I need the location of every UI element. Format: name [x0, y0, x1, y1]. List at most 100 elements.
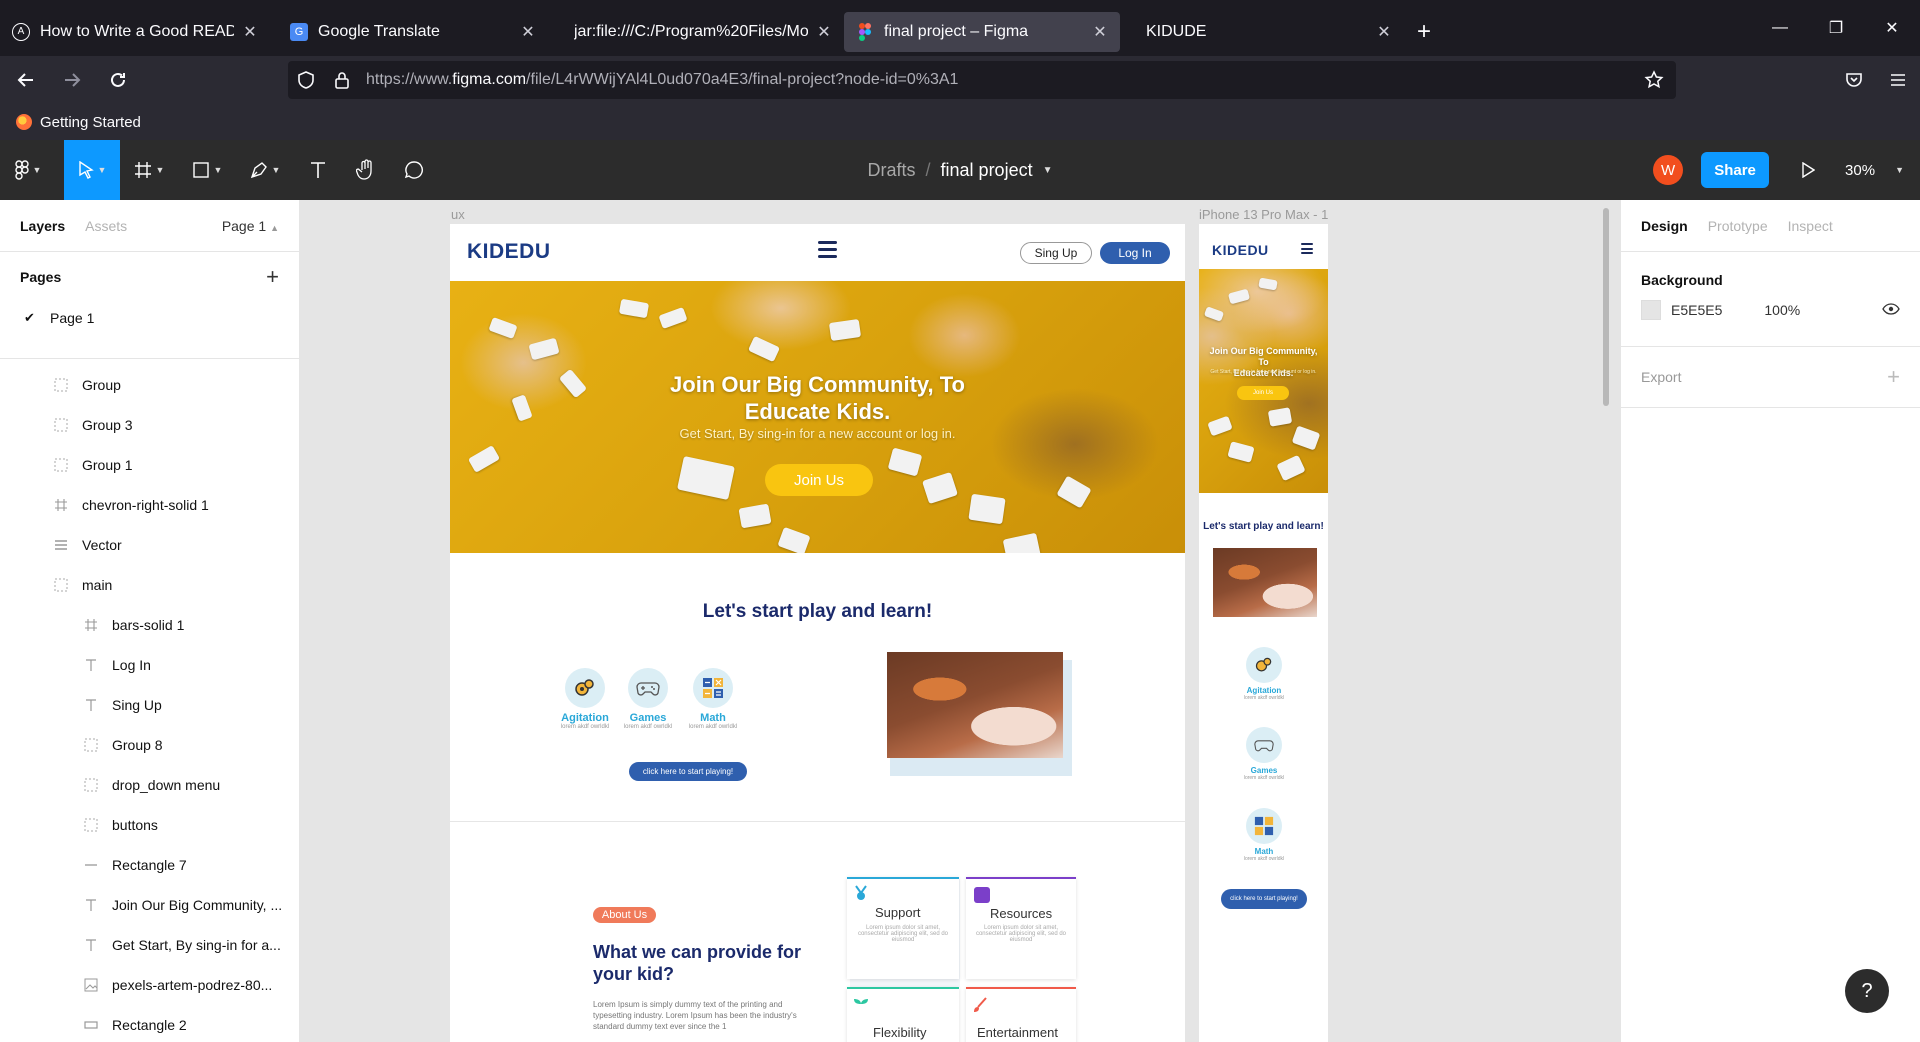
layer-row[interactable]: chevron-right-solid 1: [0, 485, 299, 525]
tab-prototype[interactable]: Prototype: [1708, 218, 1768, 234]
browser-tab-readme[interactable]: A How to Write a Good README ✕: [0, 12, 270, 52]
layer-row[interactable]: Rectangle 7: [0, 845, 299, 885]
layer-row[interactable]: Group: [0, 365, 299, 405]
layer-row[interactable]: Group 1: [0, 445, 299, 485]
feature-agitation[interactable]: Agitation lorem akdf owrldkl: [550, 668, 620, 730]
feature-games[interactable]: Games lorem akdf owrldkl: [1229, 727, 1299, 781]
present-play-icon[interactable]: [1793, 162, 1823, 178]
layer-row[interactable]: Log In: [0, 645, 299, 685]
browser-tab-kidude[interactable]: KIDUDE ✕: [1134, 12, 1404, 52]
feature-agitation[interactable]: Agitation lorem akdf owrldkl: [1229, 647, 1299, 701]
layer-name: Sing Up: [112, 697, 162, 713]
page-item[interactable]: ✔ Page 1: [0, 302, 299, 334]
pocket-icon[interactable]: [1832, 56, 1876, 104]
layer-row[interactable]: Rectangle 2: [0, 1005, 299, 1042]
hand-tool[interactable]: [342, 140, 390, 200]
feature-math[interactable]: Math lorem akdf owrldkl: [678, 668, 748, 730]
join-us-button[interactable]: Join Us: [765, 464, 873, 496]
layer-row[interactable]: Vector: [0, 525, 299, 565]
close-icon[interactable]: ✕: [1092, 22, 1108, 42]
menu-icon[interactable]: [1876, 56, 1920, 104]
bookmark-star-icon[interactable]: [1644, 70, 1664, 93]
signup-button[interactable]: Sing Up: [1020, 242, 1092, 264]
browser-tab-figma[interactable]: final project – Figma ✕: [844, 11, 1120, 52]
chevron-down-icon[interactable]: ▼: [1043, 165, 1053, 176]
close-icon[interactable]: ✕: [520, 22, 536, 42]
desktop-frame[interactable]: KIDEDU Sing Up Log In Join Our Big Commu…: [450, 224, 1185, 1042]
feature-label: Math: [700, 712, 726, 724]
layer-row[interactable]: bars-solid 1: [0, 605, 299, 645]
browser-tab-translate[interactable]: G Google Translate ✕: [278, 12, 548, 52]
layer-row[interactable]: Group 8: [0, 725, 299, 765]
mobile-frame[interactable]: KIDEDU Join Our Big Community, To Educat…: [1199, 224, 1328, 1042]
layer-row[interactable]: buttons: [0, 805, 299, 845]
file-name[interactable]: final project: [941, 160, 1033, 181]
background-hex[interactable]: E5E5E5: [1671, 302, 1722, 318]
feature-math[interactable]: Math lorem akdf owrldkl: [1229, 808, 1299, 862]
hero-image: Join Our Big Community, To Educate Kids.…: [1199, 269, 1328, 493]
layer-row[interactable]: Sing Up: [0, 685, 299, 725]
close-icon[interactable]: ✕: [242, 22, 258, 42]
frame-tool[interactable]: ▼: [120, 140, 178, 200]
entertainment-card[interactable]: Entertainment: [966, 987, 1076, 1042]
lock-icon[interactable]: [324, 71, 360, 89]
start-playing-button[interactable]: click here to start playing!: [629, 762, 747, 781]
add-export-icon[interactable]: +: [1887, 364, 1900, 390]
url-bar[interactable]: https://www.figma.com/file/L4rWWijYAl4L0…: [288, 61, 1676, 99]
close-icon[interactable]: ✕: [816, 22, 832, 42]
back-button[interactable]: [6, 60, 46, 100]
hamburger-menu-icon[interactable]: [818, 241, 837, 258]
avatar[interactable]: W: [1653, 155, 1684, 185]
browser-tab-jar[interactable]: jar:file:///C:/Program%20Files/Mozilla ✕: [562, 12, 844, 52]
layer-row[interactable]: main: [0, 565, 299, 605]
canvas[interactable]: ux iPhone 13 Pro Max - 1 KIDEDU Sing Up …: [300, 200, 1620, 1042]
forward-button[interactable]: [52, 60, 92, 100]
start-playing-button[interactable]: click here to start playing!: [1221, 889, 1307, 909]
feature-games[interactable]: Games lorem akdf owrldkl: [613, 668, 683, 730]
color-swatch[interactable]: [1641, 300, 1661, 320]
main-menu-button[interactable]: ▼: [0, 140, 56, 200]
login-button[interactable]: Log In: [1100, 242, 1170, 264]
layer-row[interactable]: drop_down menu: [0, 765, 299, 805]
shape-tool[interactable]: ▼: [178, 140, 236, 200]
bookmark-getting-started[interactable]: Getting Started: [40, 114, 141, 131]
text-tool[interactable]: [294, 140, 342, 200]
layer-row[interactable]: Join Our Big Community, ...: [0, 885, 299, 925]
frame-label-mobile[interactable]: iPhone 13 Pro Max - 1: [1199, 207, 1328, 222]
support-card[interactable]: Support Lorem ipsum dolor sit amet, cons…: [847, 877, 959, 979]
new-tab-button[interactable]: +: [1404, 12, 1444, 52]
resources-card[interactable]: Resources Lorem ipsum dolor sit amet, co…: [966, 877, 1076, 979]
comment-tool[interactable]: [390, 140, 438, 200]
figma-icon: [856, 22, 874, 41]
canvas-scrollbar[interactable]: [1603, 208, 1609, 406]
tab-assets[interactable]: Assets: [85, 218, 127, 234]
frame-label-desktop[interactable]: ux: [451, 207, 465, 222]
help-button[interactable]: ?: [1845, 969, 1889, 1013]
tab-inspect[interactable]: Inspect: [1788, 218, 1833, 234]
reload-button[interactable]: [98, 60, 138, 100]
eye-icon[interactable]: [1882, 302, 1900, 318]
url-text[interactable]: https://www.figma.com/file/L4rWWijYAl4L0…: [366, 71, 958, 89]
hamburger-menu-icon[interactable]: [1301, 243, 1313, 254]
share-button[interactable]: Share: [1701, 152, 1770, 188]
page-selector[interactable]: Page 1 ▲: [222, 218, 279, 234]
close-window-icon[interactable]: ✕: [1864, 0, 1920, 56]
move-tool[interactable]: ▼: [64, 140, 120, 200]
restore-icon[interactable]: ❐: [1808, 0, 1864, 56]
shield-icon[interactable]: [288, 71, 324, 89]
minimize-icon[interactable]: —: [1752, 0, 1808, 56]
layer-row[interactable]: Group 3: [0, 405, 299, 445]
close-icon[interactable]: ✕: [1376, 22, 1392, 42]
pen-tool[interactable]: ▼: [236, 140, 294, 200]
join-us-button[interactable]: Join Us: [1237, 386, 1289, 400]
background-opacity[interactable]: 100%: [1764, 302, 1800, 318]
layer-row[interactable]: Get Start, By sing-in for a...: [0, 925, 299, 965]
add-page-icon[interactable]: +: [266, 264, 279, 290]
layer-row[interactable]: pexels-artem-podrez-80...: [0, 965, 299, 1005]
breadcrumb-drafts[interactable]: Drafts: [868, 160, 916, 181]
tab-design[interactable]: Design: [1641, 218, 1688, 234]
tab-layers[interactable]: Layers: [20, 218, 65, 234]
zoom-level[interactable]: 30%: [1845, 162, 1875, 179]
chevron-down-icon[interactable]: ▼: [1895, 165, 1904, 175]
flexibility-card[interactable]: Flexibility: [847, 987, 959, 1042]
